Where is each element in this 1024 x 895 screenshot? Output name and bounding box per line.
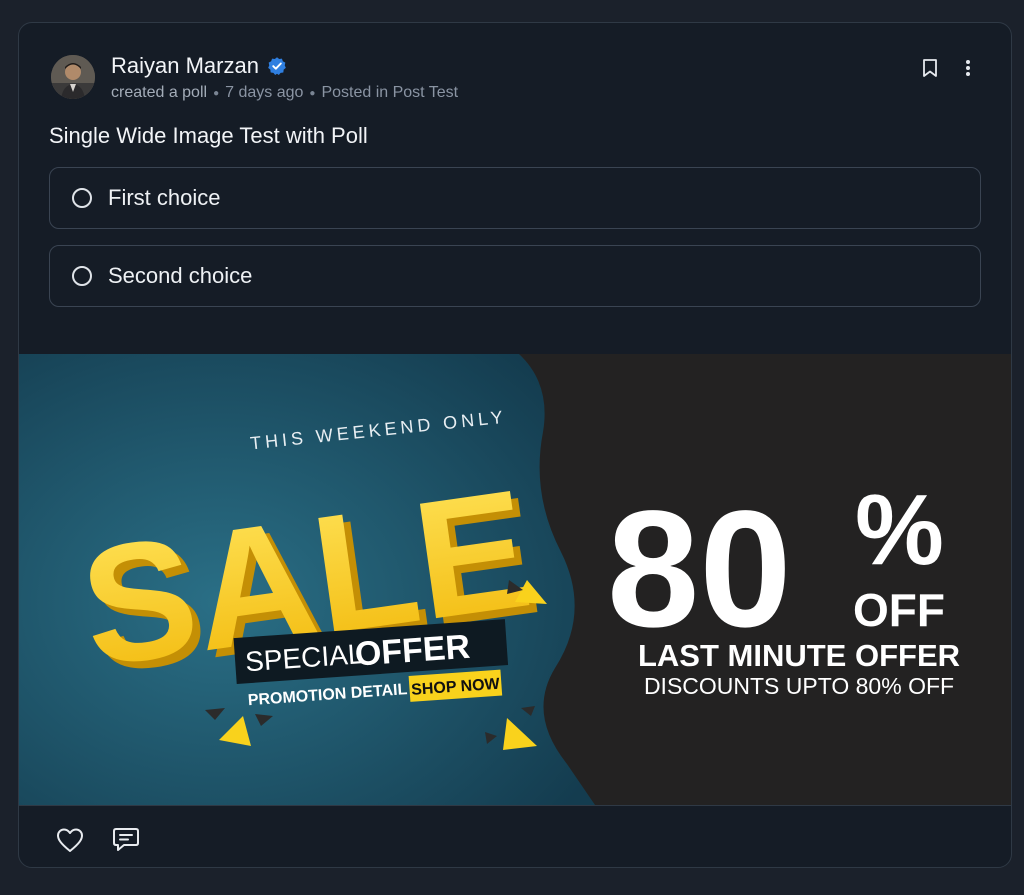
- verified-badge-icon: [268, 57, 286, 75]
- poll-option-label: Second choice: [108, 263, 253, 288]
- avatar-image: [51, 55, 95, 99]
- bookmark-icon: [923, 59, 937, 77]
- post-footer: [19, 805, 1011, 867]
- poll-option-first[interactable]: First choice: [49, 167, 981, 229]
- poll: First choice Second choice: [49, 167, 981, 323]
- meta-separator: ●: [309, 87, 316, 99]
- poll-option-second[interactable]: Second choice: [49, 245, 981, 307]
- banner-offer: OFFER: [354, 628, 472, 674]
- author-name[interactable]: Raiyan Marzan: [111, 53, 259, 79]
- post-action: created a poll: [111, 84, 208, 101]
- sale-banner-image: THIS WEEKEND ONLY SALE SALE SPECIAL OFFE…: [19, 354, 1011, 805]
- reaction-bar: [55, 826, 141, 854]
- post-title: Single Wide Image Test with Poll: [49, 123, 368, 148]
- author-row: Raiyan Marzan: [111, 53, 287, 79]
- banner-percent-value: 80: [607, 477, 792, 662]
- bookmark-button[interactable]: [921, 57, 939, 79]
- heart-icon: [57, 828, 83, 852]
- banner-discounts: DISCOUNTS UPTO 80% OFF: [644, 673, 954, 699]
- more-vertical-icon: [966, 60, 970, 76]
- post-meta: created a poll ● 7 days ago ● Posted in …: [111, 84, 458, 102]
- avatar[interactable]: [51, 55, 95, 99]
- meta-separator: ●: [213, 87, 220, 99]
- poll-option-label: First choice: [108, 185, 221, 210]
- radio-button[interactable]: [72, 266, 92, 286]
- post-image[interactable]: THIS WEEKEND ONLY SALE SALE SPECIAL OFFE…: [19, 354, 1011, 805]
- post-location[interactable]: Posted in Post Test: [321, 84, 458, 102]
- comment-button[interactable]: [111, 826, 141, 854]
- post-time[interactable]: 7 days ago: [225, 84, 303, 102]
- banner-last-minute: LAST MINUTE OFFER: [638, 638, 960, 673]
- banner-percent-sign: %: [855, 474, 944, 586]
- like-button[interactable]: [55, 826, 85, 854]
- more-options-button[interactable]: [959, 57, 977, 79]
- post-card: Raiyan Marzan created a poll ● 7 days ag…: [18, 22, 1012, 868]
- comment-icon: [113, 828, 139, 851]
- banner-off: OFF: [853, 584, 945, 636]
- radio-button[interactable]: [72, 188, 92, 208]
- post-header-actions: [921, 57, 977, 79]
